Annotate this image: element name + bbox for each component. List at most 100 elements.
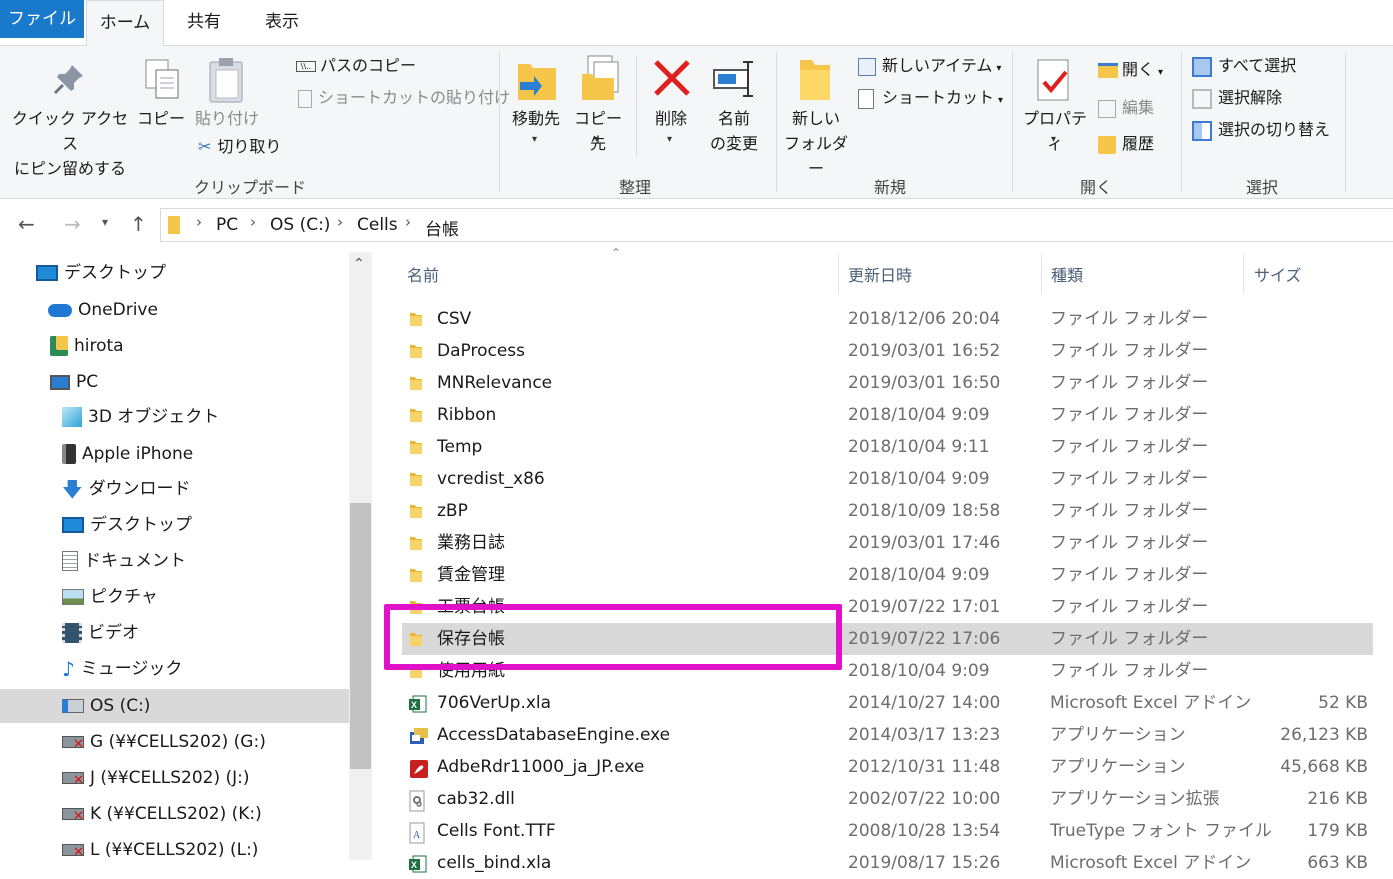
cut-button[interactable]: ✂ 切り取り — [198, 135, 281, 159]
open-button[interactable]: 開く ▾ — [1098, 58, 1163, 85]
file-row[interactable]: DaProcess 2019/03/01 16:52 ファイル フォルダー — [402, 335, 1373, 367]
back-arrow-icon[interactable]: ← — [18, 212, 35, 236]
file-name: 706VerUp.xla — [437, 693, 552, 713]
nav-item[interactable]: Apple iPhone — [62, 437, 193, 471]
cloud-icon — [48, 303, 72, 317]
nav-item[interactable]: ♪ ミュージック — [62, 652, 182, 686]
tab-share[interactable]: 共有 — [168, 0, 240, 45]
chevron-right-icon[interactable]: › — [250, 213, 256, 231]
file-row[interactable]: zBP 2018/10/09 18:58 ファイル フォルダー — [402, 495, 1373, 527]
file-date: 2019/08/17 15:26 — [848, 853, 1001, 873]
network-drive-icon: ✕ — [62, 844, 84, 859]
pin-quick-access-button[interactable]: クイック アクセス にピン留めする — [5, 106, 135, 181]
nav-item[interactable]: OS (C:) — [0, 689, 349, 723]
column-divider[interactable] — [838, 254, 839, 294]
tab-home[interactable]: ホーム — [86, 0, 164, 46]
nav-item[interactable]: ✕ J (¥¥CELLS202) (J:) — [62, 761, 250, 795]
paste-icon — [209, 58, 243, 103]
column-header-type[interactable]: 種類 — [1051, 262, 1083, 286]
edit-button[interactable]: 編集 — [1098, 96, 1154, 120]
file-row[interactable]: 賃金管理 2018/10/04 9:09 ファイル フォルダー — [402, 559, 1373, 591]
new-folder-button[interactable]: 新しい フォルダー — [778, 106, 854, 181]
file-row[interactable]: AdbeRdr11000_ja_JP.exe 2012/10/31 11:48 アプ… — [402, 751, 1373, 783]
column-header-name[interactable]: 名前 — [407, 262, 439, 286]
paste-button[interactable]: 貼り付け — [193, 106, 261, 131]
copy-to-dropdown-icon: ▾ — [594, 134, 600, 145]
ribbon-tab-bar: ファイル ホーム 共有 表示 — [0, 0, 1393, 46]
breadcrumb-pc[interactable]: PC — [216, 215, 238, 235]
move-to-button[interactable]: 移動先 — [505, 106, 567, 131]
file-row[interactable]: 業務日誌 2019/03/01 17:46 ファイル フォルダー — [402, 527, 1373, 559]
folder-icon — [408, 342, 426, 364]
shortcut-button[interactable]: ショートカット ▾ — [858, 86, 1003, 113]
recent-dropdown-icon[interactable]: ▾ — [102, 215, 108, 229]
column-divider[interactable] — [1243, 254, 1244, 294]
nav-item[interactable]: OneDrive — [48, 293, 158, 327]
file-row[interactable]: Ribbon 2018/10/04 9:09 ファイル フォルダー — [402, 399, 1373, 431]
file-row[interactable]: A Cells Font.TTF 2008/10/28 13:54 TrueType … — [402, 815, 1373, 847]
tab-view[interactable]: 表示 — [246, 0, 318, 45]
up-arrow-icon[interactable]: ↑ — [130, 212, 147, 236]
file-row[interactable]: MNRelevance 2019/03/01 16:50 ファイル フォルダー — [402, 367, 1373, 399]
copy-icon — [145, 59, 179, 99]
nav-item-label: K (¥¥CELLS202) (K:) — [90, 804, 262, 824]
nav-item[interactable]: PC — [50, 365, 98, 399]
chevron-right-icon[interactable]: › — [196, 213, 202, 231]
file-row[interactable]: X 706VerUp.xla 2014/10/27 14:00 Microsoft E… — [402, 687, 1373, 719]
disconnected-x-icon: ✕ — [73, 737, 84, 752]
breadcrumb-os-c[interactable]: OS (C:) — [270, 215, 330, 235]
nav-item[interactable]: デスクトップ — [36, 256, 166, 290]
nav-item[interactable]: ビデオ — [62, 616, 139, 650]
breadcrumb-cells[interactable]: Cells — [357, 215, 398, 235]
group-separator — [1012, 52, 1013, 192]
file-row[interactable]: vcredist_x86 2018/10/04 9:09 ファイル フォルダー — [402, 463, 1373, 495]
nav-item[interactable]: ✕ L (¥¥CELLS202) (L:) — [62, 833, 258, 867]
nav-item[interactable]: 🡇 ダウンロード — [62, 472, 191, 506]
column-header-date[interactable]: 更新日時 — [848, 262, 912, 286]
file-row[interactable]: 保存台帳 2019/07/22 17:06 ファイル フォルダー — [402, 623, 1373, 655]
file-row[interactable]: 工票台帳 2019/07/22 17:01 ファイル フォルダー — [402, 591, 1373, 623]
column-divider[interactable] — [1041, 254, 1042, 294]
invert-selection-button[interactable]: 選択の切り替え — [1192, 118, 1330, 142]
address-box[interactable] — [160, 208, 1393, 242]
copy-path-button[interactable]: \\.. パスのコピー — [296, 54, 416, 78]
select-all-button[interactable]: すべて選択 — [1192, 54, 1296, 78]
nav-item[interactable]: ドキュメント — [62, 544, 186, 578]
nav-scrollbar-thumb[interactable] — [350, 503, 371, 769]
file-name: Cells Font.TTF — [437, 821, 556, 841]
delete-button[interactable]: 削除 — [644, 106, 698, 131]
nav-item[interactable]: hirota — [50, 329, 124, 363]
forward-arrow-icon[interactable]: → — [64, 212, 81, 236]
chevron-right-icon[interactable]: › — [337, 213, 343, 231]
copy-to-button[interactable]: コピー先 — [567, 106, 629, 156]
file-row[interactable]: 使用用紙 2018/10/04 9:09 ファイル フォルダー — [402, 655, 1373, 687]
column-header-size[interactable]: サイズ — [1254, 262, 1302, 286]
nav-item[interactable]: ✕ G (¥¥CELLS202) (G:) — [62, 725, 266, 759]
history-button[interactable]: 履歴 — [1098, 132, 1154, 156]
rename-button[interactable]: 名前 の変更 — [702, 106, 766, 156]
paste-shortcut-button[interactable]: ショートカットの貼り付け — [298, 86, 510, 110]
file-row[interactable]: CSV 2018/12/06 20:04 ファイル フォルダー — [402, 303, 1373, 335]
file-row[interactable]: Xcells_bind.xla 2019/08/17 15:26 Microsoft… — [402, 847, 1373, 879]
file-row[interactable]: AccessDatabaseEngine.exe 2014/03/17 13:23… — [402, 719, 1373, 751]
file-name: AdbeRdr11000_ja_JP.exe — [437, 757, 645, 777]
copy-button[interactable]: コピー — [135, 106, 187, 131]
file-row[interactable]: Temp 2018/10/04 9:11 ファイル フォルダー — [402, 431, 1373, 463]
tab-file[interactable]: ファイル — [0, 0, 84, 38]
move-to-icon — [518, 64, 556, 100]
shortcut-dropdown-icon: ▾ — [998, 95, 1004, 106]
select-none-button[interactable]: 選択解除 — [1192, 86, 1282, 110]
new-item-button[interactable]: 新しいアイテム ▾ — [858, 54, 1001, 81]
nav-item[interactable]: デスクトップ — [62, 508, 192, 542]
breadcrumb-daicho[interactable]: 台帳 — [425, 215, 459, 240]
nav-item[interactable]: ピクチャ — [62, 580, 158, 614]
chevron-right-icon[interactable]: › — [405, 213, 411, 231]
scroll-up-icon[interactable]: ⌃ — [353, 256, 365, 272]
nav-item[interactable]: ✕ K (¥¥CELLS202) (K:) — [62, 797, 262, 831]
file-size: 216 KB — [1307, 789, 1368, 809]
file-date: 2018/10/04 9:09 — [848, 565, 990, 585]
nav-item[interactable]: 3D オブジェクト — [62, 400, 219, 434]
file-row[interactable]: cab32.dll 2002/07/22 10:00 アプリケーション拡張 216 K… — [402, 783, 1373, 815]
properties-button[interactable]: プロパティ — [1016, 106, 1094, 156]
installer-icon — [408, 726, 430, 752]
